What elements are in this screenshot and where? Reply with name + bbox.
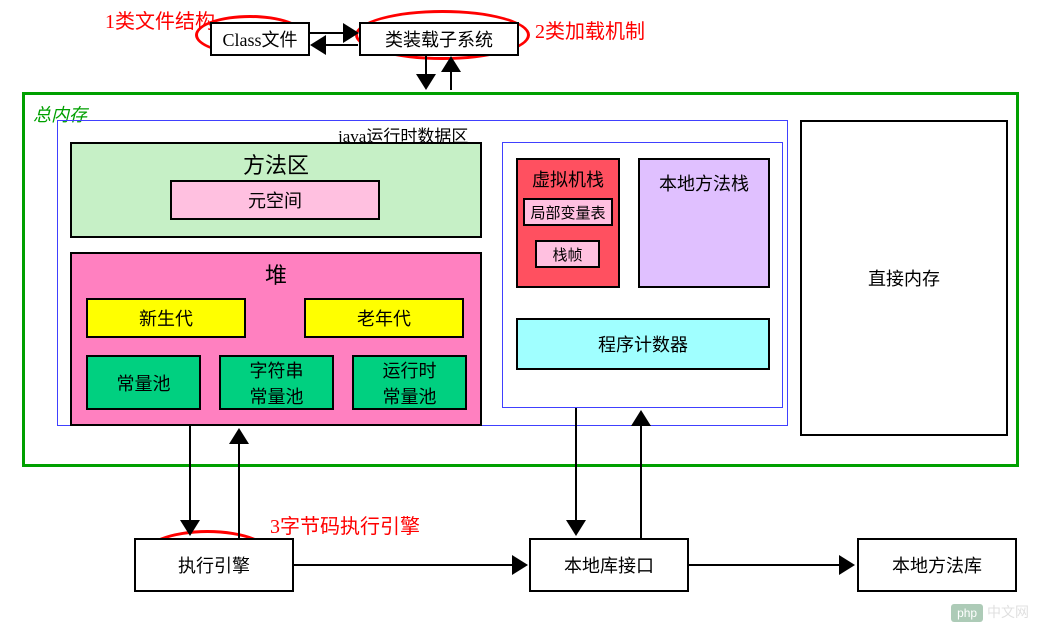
native-stack: 本地方法栈 xyxy=(638,158,770,288)
arrow-head xyxy=(182,522,198,536)
arrow-head xyxy=(568,522,584,536)
arrow-head xyxy=(418,76,434,90)
arrow-head xyxy=(841,557,855,573)
arrow-line xyxy=(640,424,642,538)
arrow-head xyxy=(310,37,324,53)
arrow-head xyxy=(231,428,247,442)
class-loader-box: 类装载子系统 xyxy=(359,22,519,56)
annotation-2: 2类加载机制 xyxy=(535,15,645,44)
young-gen: 新生代 xyxy=(86,298,246,338)
arrow-line xyxy=(238,442,240,538)
arrow-line xyxy=(323,44,358,46)
local-vars: 局部变量表 xyxy=(523,198,613,226)
direct-memory: 直接内存 xyxy=(800,120,1008,436)
native-lib-interface: 本地库接口 xyxy=(529,538,689,592)
metaspace: 元空间 xyxy=(170,180,380,220)
exec-engine: 执行引擎 xyxy=(134,538,294,592)
native-method-lib: 本地方法库 xyxy=(857,538,1017,592)
vm-stack-title: 虚拟机栈 xyxy=(532,166,604,192)
arrow-line xyxy=(425,56,427,76)
old-gen: 老年代 xyxy=(304,298,464,338)
arrow-line xyxy=(294,564,514,566)
arrow-line xyxy=(450,70,452,90)
method-area-title: 方法区 xyxy=(243,148,309,180)
arrow-line xyxy=(575,408,577,522)
annotation-3: 3字节码执行引擎 xyxy=(270,510,420,539)
stack-frame: 栈帧 xyxy=(535,240,600,268)
heap-title: 堆 xyxy=(265,258,287,290)
arrow-head xyxy=(633,410,649,424)
class-file-box: Class文件 xyxy=(210,22,310,56)
arrow-head xyxy=(514,557,528,573)
string-pool: 字符串 常量池 xyxy=(219,355,334,410)
const-pool: 常量池 xyxy=(86,355,201,410)
watermark: php 中文网 xyxy=(951,602,1029,622)
arrow-line xyxy=(310,32,345,34)
arrow-head xyxy=(443,56,459,70)
arrow-line xyxy=(689,564,841,566)
runtime-pool: 运行时 常量池 xyxy=(352,355,467,410)
arrow-line xyxy=(189,426,191,522)
arrow-head xyxy=(345,25,359,41)
pc-register: 程序计数器 xyxy=(516,318,770,370)
